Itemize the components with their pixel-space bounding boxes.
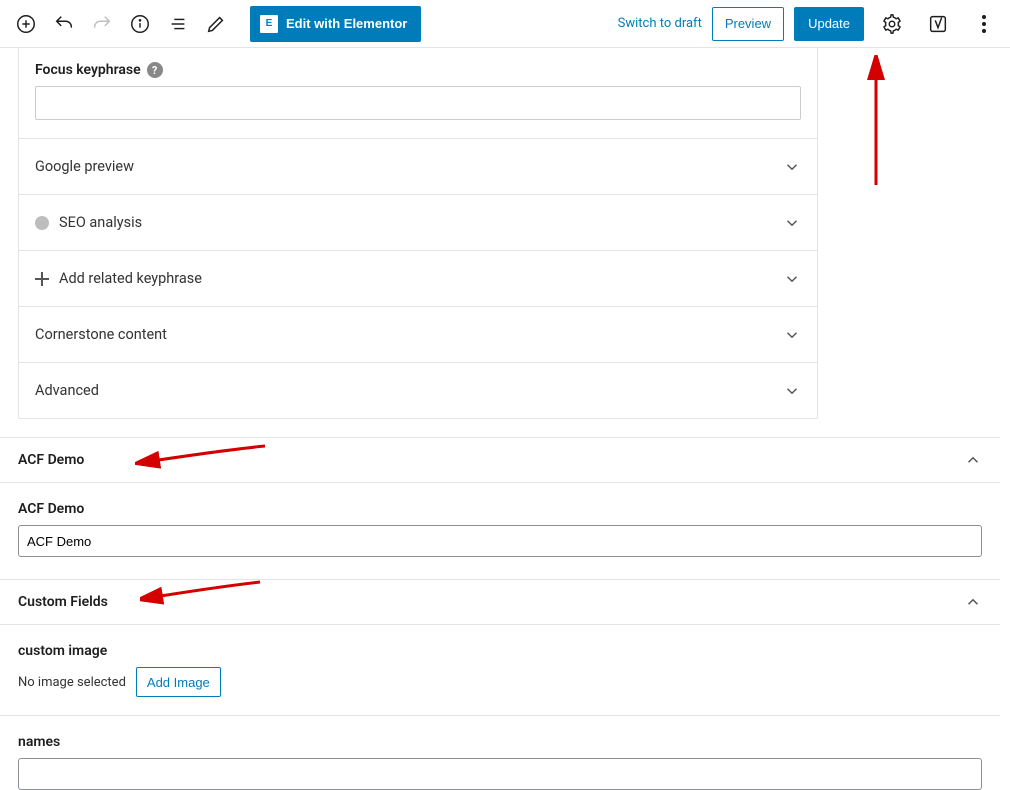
add-related-keyphrase-label: Add related keyphrase xyxy=(59,270,202,287)
info-icon[interactable] xyxy=(122,6,158,42)
custom-image-row: No image selected Add Image xyxy=(18,667,1010,697)
more-options-icon[interactable] xyxy=(966,6,1002,42)
focus-keyphrase-label: Focus keyphrase ? xyxy=(35,62,801,78)
acf-demo-field-label: ACF Demo xyxy=(18,501,1010,517)
help-icon[interactable]: ? xyxy=(147,62,163,78)
update-button[interactable]: Update xyxy=(794,7,864,41)
toolbar-left-group: E Edit with Elementor xyxy=(8,6,421,42)
yoast-icon[interactable] xyxy=(920,6,956,42)
settings-gear-icon[interactable] xyxy=(874,6,910,42)
switch-to-draft-link[interactable]: Switch to draft xyxy=(618,16,702,31)
chevron-down-icon xyxy=(783,382,801,400)
field-divider xyxy=(0,715,1000,716)
advanced-label: Advanced xyxy=(35,382,99,399)
names-field-input[interactable] xyxy=(18,758,982,790)
google-preview-row[interactable]: Google preview xyxy=(19,138,817,194)
cornerstone-content-row[interactable]: Cornerstone content xyxy=(19,306,817,362)
elementor-button-label: Edit with Elementor xyxy=(286,16,407,31)
no-image-selected-text: No image selected xyxy=(18,675,126,690)
acf-demo-panel-header[interactable]: ACF Demo xyxy=(0,437,1000,483)
outline-icon[interactable] xyxy=(160,6,196,42)
edit-icon[interactable] xyxy=(198,6,234,42)
focus-keyphrase-block: Focus keyphrase ? xyxy=(19,48,817,138)
chevron-down-icon xyxy=(783,214,801,232)
add-block-icon[interactable] xyxy=(8,6,44,42)
custom-image-field-label: custom image xyxy=(18,643,1010,659)
edit-with-elementor-button[interactable]: E Edit with Elementor xyxy=(250,6,421,42)
custom-fields-panel-title: Custom Fields xyxy=(18,594,108,610)
google-preview-label: Google preview xyxy=(35,158,134,175)
cornerstone-content-label: Cornerstone content xyxy=(35,326,167,343)
add-related-keyphrase-row[interactable]: Add related keyphrase xyxy=(19,250,817,306)
chevron-up-icon xyxy=(964,451,982,469)
acf-demo-field-input[interactable] xyxy=(18,525,982,557)
plus-icon xyxy=(35,272,49,286)
acf-demo-panel-title: ACF Demo xyxy=(18,452,84,468)
annotation-arrow-update xyxy=(858,55,898,195)
seo-analysis-row[interactable]: SEO analysis xyxy=(19,194,817,250)
focus-keyphrase-label-text: Focus keyphrase xyxy=(35,62,141,78)
preview-button[interactable]: Preview xyxy=(712,7,784,41)
chevron-down-icon xyxy=(783,326,801,344)
chevron-down-icon xyxy=(783,270,801,288)
seo-analysis-label: SEO analysis xyxy=(59,214,142,231)
elementor-logo-icon: E xyxy=(260,15,278,33)
redo-icon xyxy=(84,6,120,42)
editor-top-toolbar: E Edit with Elementor Switch to draft Pr… xyxy=(0,0,1010,48)
status-dot-icon xyxy=(35,216,49,230)
yoast-seo-metabox: Focus keyphrase ? Google preview SEO ana… xyxy=(18,48,818,419)
add-image-button[interactable]: Add Image xyxy=(136,667,221,697)
chevron-up-icon xyxy=(964,593,982,611)
focus-keyphrase-input[interactable] xyxy=(35,86,801,120)
names-field-label: names xyxy=(18,734,1010,750)
toolbar-right-group: Switch to draft Preview Update xyxy=(618,6,1002,42)
chevron-down-icon xyxy=(783,158,801,176)
custom-fields-panel-header[interactable]: Custom Fields xyxy=(0,579,1000,625)
advanced-row[interactable]: Advanced xyxy=(19,362,817,418)
undo-icon[interactable] xyxy=(46,6,82,42)
